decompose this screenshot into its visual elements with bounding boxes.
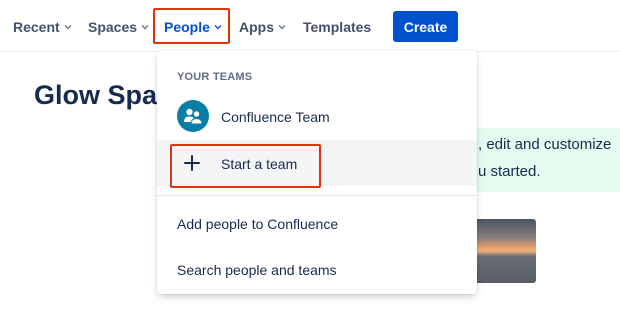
start-team-highlight-box: [170, 144, 321, 188]
nav-spaces-label: Spaces: [88, 19, 138, 35]
top-navigation: Recent Spaces People Apps Templates Crea…: [0, 0, 620, 52]
add-people-item[interactable]: Add people to Confluence: [177, 216, 338, 232]
chevron-down-icon: [64, 23, 72, 31]
search-people-item[interactable]: Search people and teams: [177, 262, 337, 278]
team-name-label: Confluence Team: [221, 109, 330, 125]
banner-text-line2: u started.: [478, 163, 541, 180]
nav-apps[interactable]: Apps: [239, 16, 286, 38]
create-button[interactable]: Create: [393, 11, 458, 42]
your-teams-heading: YOUR TEAMS: [177, 71, 253, 83]
people-highlight-box: [153, 8, 230, 44]
nav-recent[interactable]: Recent: [13, 16, 72, 38]
banner-text-line1: , edit and customize: [478, 136, 612, 153]
people-dropdown-menu: YOUR TEAMS Confluence Team Start a team …: [157, 50, 477, 294]
nav-spaces[interactable]: Spaces: [88, 16, 149, 38]
team-people-icon: [177, 100, 209, 132]
sunset-thumbnail-image: [474, 219, 536, 283]
chevron-down-icon: [278, 23, 286, 31]
page-title: Glow Spac: [34, 80, 173, 110]
nav-templates[interactable]: Templates: [303, 16, 371, 38]
menu-divider: [157, 195, 477, 196]
chevron-down-icon: [141, 23, 149, 31]
nav-apps-label: Apps: [239, 19, 274, 35]
nav-templates-label: Templates: [303, 19, 372, 35]
team-item-confluence[interactable]: Confluence Team: [157, 94, 477, 138]
nav-recent-label: Recent: [13, 19, 60, 35]
